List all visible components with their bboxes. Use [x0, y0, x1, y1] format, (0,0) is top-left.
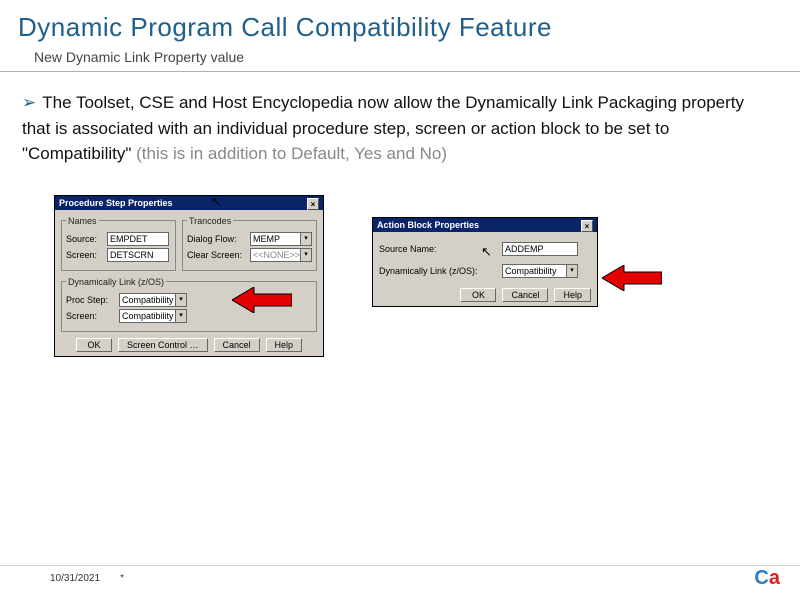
dialog-title: Procedure Step Properties [59, 198, 173, 208]
trancodes-group: Trancodes Dialog Flow: MEMP ▾ Clear Scre… [182, 216, 317, 271]
names-group: Names Source: EMPDET Screen: DETSCRN [61, 216, 176, 271]
cancel-button[interactable]: Cancel [502, 288, 548, 302]
dialog-flow-label: Dialog Flow: [187, 234, 247, 244]
dialog-flow-combo[interactable]: MEMP ▾ [250, 232, 312, 246]
slide-title: Dynamic Program Call Compatibility Featu… [18, 12, 782, 43]
chevron-down-icon[interactable]: ▾ [566, 264, 578, 278]
emphasis-arrow-icon [602, 265, 662, 291]
dialog-buttons: OK Screen Control … Cancel Help [61, 338, 317, 352]
close-icon[interactable]: × [307, 198, 319, 210]
ca-logo: Ca [754, 567, 780, 590]
screen-control-button[interactable]: Screen Control … [118, 338, 208, 352]
ok-button[interactable]: OK [460, 288, 496, 302]
chevron-down-icon[interactable]: ▾ [175, 293, 187, 307]
proc-step-combo[interactable]: Compatibility ▾ [119, 293, 187, 307]
dialog-title-bar: Procedure Step Properties × [55, 196, 323, 210]
slide-subtitle: New Dynamic Link Property value [34, 49, 782, 65]
dialogs-container: Procedure Step Properties × Names Source… [54, 195, 782, 357]
chevron-down-icon[interactable]: ▾ [300, 248, 312, 262]
ok-button[interactable]: OK [76, 338, 112, 352]
slide: Dynamic Program Call Compatibility Featu… [0, 0, 800, 600]
dyn-link-label: Dynamically Link (z/OS): [379, 266, 499, 276]
proc-step-label: Proc Step: [66, 295, 116, 305]
dialog-title-bar: Action Block Properties × [373, 218, 597, 232]
source-name-field[interactable]: ADDEMP [502, 242, 578, 256]
procedure-step-dialog: Procedure Step Properties × Names Source… [54, 195, 324, 357]
names-legend: Names [66, 216, 99, 226]
footer: 10/31/2021 * Ca [0, 567, 800, 590]
emphasis-arrow-icon [232, 287, 292, 313]
source-field[interactable]: EMPDET [107, 232, 169, 246]
dialog-buttons: OK Cancel Help [379, 288, 591, 302]
logo-c: C [754, 567, 768, 589]
dyn-link-combo[interactable]: Compatibility ▾ [502, 264, 578, 278]
close-icon[interactable]: × [581, 220, 593, 232]
dialog-title: Action Block Properties [377, 220, 479, 230]
help-button[interactable]: Help [554, 288, 591, 302]
footer-date: 10/31/2021 [50, 573, 100, 584]
footer-mark: * [120, 573, 124, 584]
screen-label: Screen: [66, 250, 104, 260]
help-button[interactable]: Help [266, 338, 303, 352]
screen2-combo[interactable]: Compatibility ▾ [119, 309, 187, 323]
clear-screen-combo[interactable]: <<NONE>> ▾ [250, 248, 312, 262]
clear-screen-label: Clear Screen: [187, 250, 247, 260]
screen2-label: Screen: [66, 311, 116, 321]
footer-divider [0, 565, 800, 566]
action-block-dialog: Action Block Properties × Source Name: A… [372, 217, 598, 307]
trancodes-legend: Trancodes [187, 216, 233, 226]
source-label: Source: [66, 234, 104, 244]
chevron-down-icon[interactable]: ▾ [300, 232, 312, 246]
body-text: ➢The Toolset, CSE and Host Encyclopedia … [22, 90, 772, 167]
screen-field[interactable]: DETSCRN [107, 248, 169, 262]
divider [0, 71, 800, 72]
bullet-icon: ➢ [22, 93, 36, 112]
cancel-button[interactable]: Cancel [214, 338, 260, 352]
dynamic-link-legend: Dynamically Link (z/OS) [66, 277, 166, 287]
body-secondary: (this is in addition to Default, Yes and… [131, 144, 447, 163]
source-name-label: Source Name: [379, 244, 499, 254]
logo-a: a [769, 567, 780, 589]
chevron-down-icon[interactable]: ▾ [175, 309, 187, 323]
